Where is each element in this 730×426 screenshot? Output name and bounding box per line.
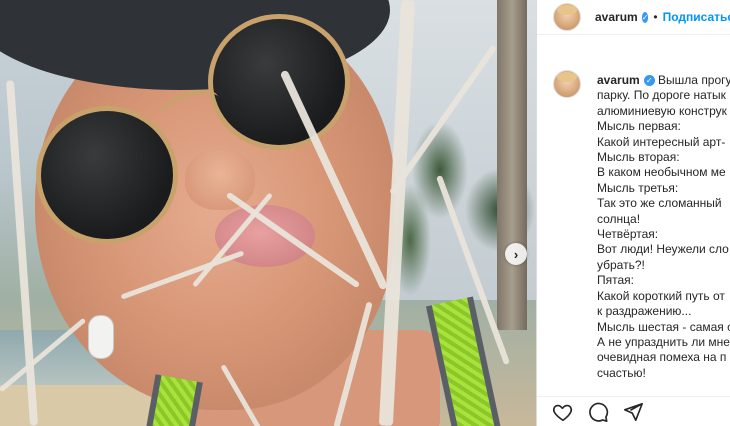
share-icon [623, 402, 643, 421]
share-button[interactable] [621, 400, 645, 424]
caption-line: Четвёртая: [597, 227, 659, 242]
follow-button[interactable]: Подписаться [663, 10, 730, 24]
palm-trunk [497, 0, 527, 330]
caption-line: В каком необычном ме [597, 165, 726, 180]
caption-line: Вот люди! Неужели сло [597, 242, 729, 257]
caption-line: алюминиевую конструк [597, 103, 727, 118]
sunglasses-right-lens [208, 14, 350, 150]
post-photo[interactable]: › [0, 0, 536, 426]
caption-line: Вышла прогу [658, 73, 730, 87]
caption-avatar[interactable] [553, 70, 581, 98]
caption-line: убрать?! [597, 257, 645, 272]
caption-line: Какой интересный арт- [597, 134, 726, 149]
heart-icon [552, 404, 573, 421]
caption-first-line: avarum ✓ Вышла прогу [597, 73, 730, 88]
sunglasses-left-lens [36, 106, 178, 244]
caption-line: солнца! [597, 211, 641, 226]
nose [185, 150, 255, 210]
separator-dot: • [653, 10, 658, 24]
caption-line: Какой короткий путь от [597, 288, 725, 303]
top-strap-left [145, 374, 203, 426]
caption-line: Мысль вторая: [597, 150, 680, 165]
avatar[interactable] [553, 3, 581, 31]
caption-username[interactable]: avarum [597, 73, 640, 87]
caption-line: Так это же сломанный [597, 196, 722, 211]
caption-line: Пятая: [597, 273, 634, 288]
action-bar [537, 396, 730, 426]
caption-line: А не упразднить ли мне [597, 334, 730, 349]
comment-icon [589, 402, 609, 422]
post-header: avarum ✓ • Подписаться [537, 0, 730, 35]
like-button[interactable] [551, 400, 575, 424]
header-username[interactable]: avarum [595, 10, 638, 24]
chevron-right-icon: › [513, 246, 519, 262]
verified-icon: ✓ [643, 75, 655, 87]
caption-text: avarum ✓ Вышла прогу парку. По дороге нат… [597, 73, 730, 381]
caption-line: Мысль первая: [597, 119, 681, 134]
caption-line: очевидная помеха на п [597, 350, 727, 365]
earbud [88, 315, 114, 359]
caption-line: Мысль третья: [597, 180, 679, 195]
caption-line: счастью! [597, 365, 646, 380]
caption-line: к раздражению... [597, 304, 692, 319]
next-photo-button[interactable]: › [505, 243, 527, 265]
verified-icon: ✓ [641, 11, 649, 23]
post-side-panel: avarum ✓ • Подписаться avarum✓ Вышла про… [536, 0, 730, 426]
comment-button[interactable] [586, 400, 610, 424]
caption-line: Мысль шестая - самая с [597, 319, 730, 334]
caption-line: парку. По дороге натык [597, 88, 726, 103]
